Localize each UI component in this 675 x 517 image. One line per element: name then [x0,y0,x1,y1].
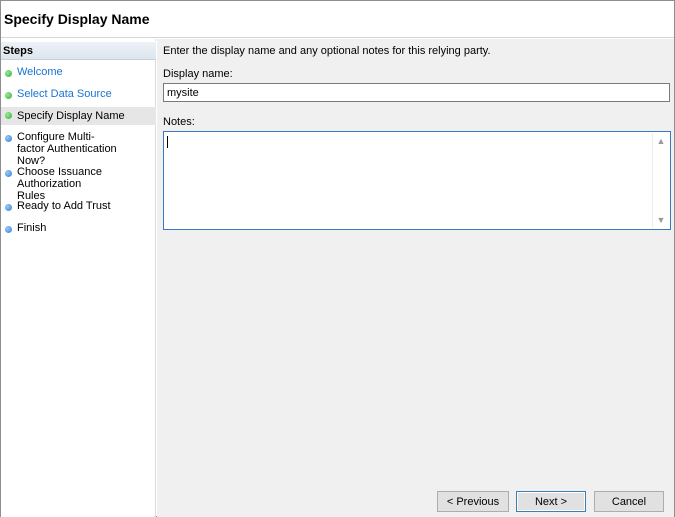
notes-scrollbar[interactable]: ▲ ▼ [652,133,669,228]
wizard-window: Specify Display Name Steps Welcome Selec… [0,0,675,517]
step-label: Choose Issuance Authorization Rules [17,166,102,202]
steps-heading: Steps [1,41,156,60]
steps-heading-label: Steps [3,45,33,57]
step-complete-icon [5,92,12,99]
previous-button[interactable]: < Previous [437,491,509,512]
step-select-data-source[interactable]: Select Data Source [1,88,156,103]
step-ready-to-add-trust: Ready to Add Trust [1,200,156,215]
display-name-input[interactable] [163,83,670,102]
main-panel: Enter the display name and any optional … [157,39,674,517]
step-label: Configure Multi-factor Authentication No… [17,131,117,167]
step-label: Specify Display Name [17,110,125,122]
step-pending-icon [5,135,12,142]
scroll-down-icon[interactable]: ▼ [653,212,669,228]
text-caret [167,136,168,148]
step-label: Finish [17,222,47,234]
step-specify-display-name: Specify Display Name [1,107,156,125]
page-header: Specify Display Name [1,1,674,38]
step-welcome[interactable]: Welcome [1,66,156,81]
step-pending-icon [5,226,12,233]
step-complete-icon [5,112,12,119]
notes-label: Notes: [163,116,195,128]
instructions-text: Enter the display name and any optional … [163,45,491,57]
notes-textarea[interactable] [165,133,651,228]
step-label: Ready to Add Trust [17,200,111,212]
step-label: Select Data Source [17,88,112,100]
display-name-label: Display name: [163,68,233,80]
next-button[interactable]: Next > [516,491,586,512]
steps-sidebar: Steps Welcome Select Data Source Specify… [1,39,156,517]
step-configure-mfa: Configure Multi-factor Authentication No… [1,131,156,167]
step-pending-icon [5,170,12,177]
step-issuance-rules: Choose Issuance Authorization Rules [1,166,156,202]
page-title: Specify Display Name [4,11,150,27]
cancel-button[interactable]: Cancel [594,491,664,512]
step-label: Welcome [17,66,63,78]
notes-field[interactable]: ▲ ▼ [163,131,671,230]
step-pending-icon [5,204,12,211]
scroll-up-icon[interactable]: ▲ [653,133,669,149]
step-complete-icon [5,70,12,77]
step-finish: Finish [1,222,156,237]
